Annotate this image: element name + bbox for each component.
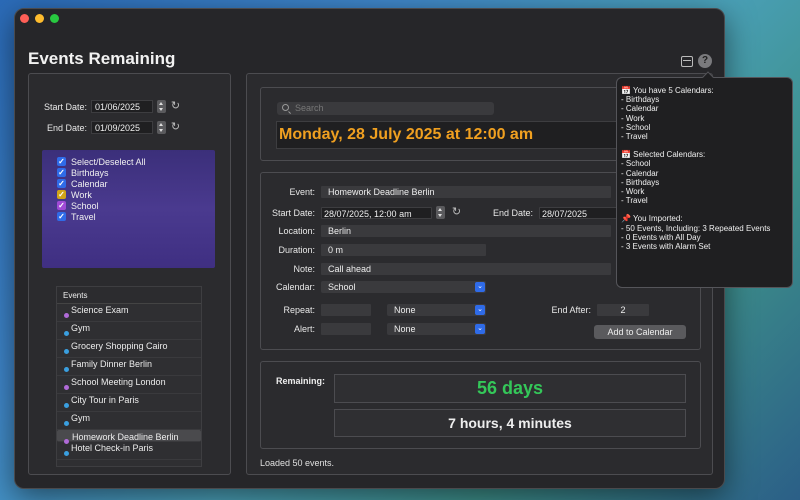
- checkbox-icon[interactable]: ✓: [57, 201, 66, 210]
- calendar-checkbox-row[interactable]: ✓ Calendar: [57, 178, 215, 189]
- end-date-row: End Date: 01/09/2025 ↻: [29, 121, 181, 134]
- event-row: Event: Homework Deadline Berlin: [261, 186, 611, 198]
- checkbox-icon[interactable]: ✓: [57, 168, 66, 177]
- list-item[interactable]: Gym: [57, 322, 201, 340]
- events-list-header: Events: [57, 287, 201, 304]
- checkbox-icon[interactable]: ✓: [57, 179, 66, 188]
- list-item[interactable]: City Tour in Paris: [57, 394, 201, 412]
- note-field[interactable]: Call ahead: [321, 263, 611, 275]
- start-date-row: Start Date: 01/06/2025 ↻: [29, 100, 181, 113]
- end-date-reset-icon[interactable]: ↻: [170, 122, 181, 133]
- end-date-field[interactable]: 01/09/2025: [91, 121, 153, 134]
- start-date-label: Start Date:: [43, 101, 87, 112]
- calendar-label: Calendar:: [275, 282, 315, 292]
- end-after-field[interactable]: 2: [597, 304, 649, 316]
- left-panel: Start Date: 01/06/2025 ↻ End Date: 01/09…: [28, 73, 231, 475]
- list-item[interactable]: Grocery Shopping Cairo: [57, 340, 201, 358]
- top-icons: ?: [681, 54, 712, 68]
- location-row: Location: Berlin: [261, 225, 611, 237]
- help-icon[interactable]: ?: [698, 54, 712, 68]
- start-date-field[interactable]: 28/07/2025, 12:00 am: [321, 206, 432, 219]
- start-date-stepper[interactable]: [157, 100, 166, 113]
- start-date-field[interactable]: 01/06/2025: [91, 100, 153, 113]
- remaining-section: Remaining: 56 days 7 hours, 4 minutes: [260, 361, 701, 449]
- event-label: Event:: [289, 187, 315, 197]
- end-label: End Date:: [492, 207, 533, 218]
- status-text: Loaded 50 events.: [260, 458, 335, 468]
- calendar-row: Calendar: School ⌄: [261, 281, 486, 293]
- start-label: Start Date:: [271, 207, 315, 218]
- end-date-label: End Date:: [46, 122, 87, 133]
- calendar-dot-icon: [64, 367, 69, 372]
- chevron-updown-icon: ⌄: [475, 305, 485, 315]
- tooltip-calendars-title: 📅 You have 5 Calendars:: [621, 86, 714, 95]
- calendar-dot-icon: [64, 451, 69, 456]
- calendar-dot-icon: [64, 331, 69, 336]
- checkbox-icon[interactable]: ✓: [57, 190, 66, 199]
- end-date-stepper[interactable]: [157, 121, 166, 134]
- chevron-updown-icon: ⌄: [475, 324, 485, 334]
- end-date-field[interactable]: 28/07/2025: [539, 206, 619, 219]
- add-to-calendar-button[interactable]: Add to Calendar: [594, 325, 686, 339]
- start-reset-icon[interactable]: ↻: [451, 207, 462, 218]
- note-row: Note: Call ahead: [261, 263, 611, 275]
- list-item-selected[interactable]: Homework Deadline Berlin: [57, 430, 201, 444]
- list-item[interactable]: School Meeting London: [57, 376, 201, 394]
- alert-row: Alert: None ⌄: [261, 323, 486, 335]
- chevron-updown-icon: ⌄: [475, 282, 485, 292]
- checkbox-icon[interactable]: ✓: [57, 157, 66, 166]
- repeat-count-field[interactable]: [321, 304, 371, 316]
- repeat-label: Repeat:: [283, 305, 315, 315]
- alert-label: Alert:: [293, 324, 315, 334]
- search-icon: [282, 104, 289, 111]
- location-label: Location:: [278, 226, 315, 236]
- repeat-select[interactable]: None ⌄: [387, 304, 486, 316]
- minimize-window-button[interactable]: [35, 14, 44, 23]
- calendar-dot-icon: [64, 385, 69, 390]
- start-stepper[interactable]: [436, 206, 445, 219]
- tooltip-selected-title: 📅 Selected Calendars:: [621, 150, 706, 160]
- calendar-dot-icon: [64, 313, 69, 318]
- calendar-checkbox-row[interactable]: ✓ Work: [57, 189, 215, 200]
- alert-select[interactable]: None ⌄: [387, 323, 486, 335]
- list-item[interactable]: Hotel Check-in Paris: [57, 442, 201, 460]
- events-list[interactable]: Events Science Exam Gym Grocery Shopping…: [56, 286, 202, 467]
- event-field[interactable]: Homework Deadline Berlin: [321, 186, 611, 198]
- calendar-dot-icon: [64, 349, 69, 354]
- calendar-checkbox-row[interactable]: ✓ Select/Deselect All: [57, 156, 215, 167]
- list-item[interactable]: Science Exam: [57, 304, 201, 322]
- tooltip-imported-title: 📌 You Imported:: [621, 214, 683, 224]
- location-field[interactable]: Berlin: [321, 225, 611, 237]
- page-title: Events Remaining: [28, 49, 176, 68]
- close-window-button[interactable]: [20, 14, 29, 23]
- calendar-checkbox-row[interactable]: ✓ School: [57, 200, 215, 211]
- window-controls: [20, 14, 59, 23]
- calendar-checkbox-row[interactable]: ✓ Birthdays: [57, 167, 215, 178]
- help-tooltip: 📅 You have 5 Calendars: - Birthdays - Ca…: [616, 71, 793, 288]
- start-date-row: Start Date: 28/07/2025, 12:00 am ↻ End D…: [261, 206, 619, 219]
- alert-count-field[interactable]: [321, 323, 371, 335]
- remaining-hours: 7 hours, 4 minutes: [334, 409, 686, 437]
- duration-field[interactable]: 0 m: [321, 244, 486, 256]
- start-date-reset-icon[interactable]: ↻: [170, 101, 181, 112]
- window-icon[interactable]: [681, 55, 693, 67]
- remaining-label: Remaining:: [276, 376, 326, 386]
- zoom-window-button[interactable]: [50, 14, 59, 23]
- end-after-label: End After:: [551, 305, 591, 315]
- list-item[interactable]: Family Dinner Berlin: [57, 358, 201, 376]
- calendar-dot-icon: [64, 403, 69, 408]
- calendar-dot-icon: [64, 421, 69, 426]
- remaining-days: 56 days: [334, 374, 686, 403]
- calendar-selector: ✓ Select/Deselect All ✓ Birthdays ✓ Calenda…: [42, 150, 215, 268]
- duration-row: Duration: 0 m: [261, 244, 486, 256]
- calendar-select[interactable]: School ⌄: [321, 281, 486, 293]
- list-item[interactable]: Gym: [57, 412, 201, 430]
- note-label: Note:: [293, 264, 315, 274]
- calendar-checkbox-row[interactable]: ✓ Travel: [57, 211, 215, 222]
- checkbox-icon[interactable]: ✓: [57, 212, 66, 221]
- repeat-row: Repeat: None ⌄ End After: 2: [261, 304, 649, 316]
- duration-label: Duration:: [278, 245, 315, 255]
- search-input[interactable]: Search: [277, 102, 494, 115]
